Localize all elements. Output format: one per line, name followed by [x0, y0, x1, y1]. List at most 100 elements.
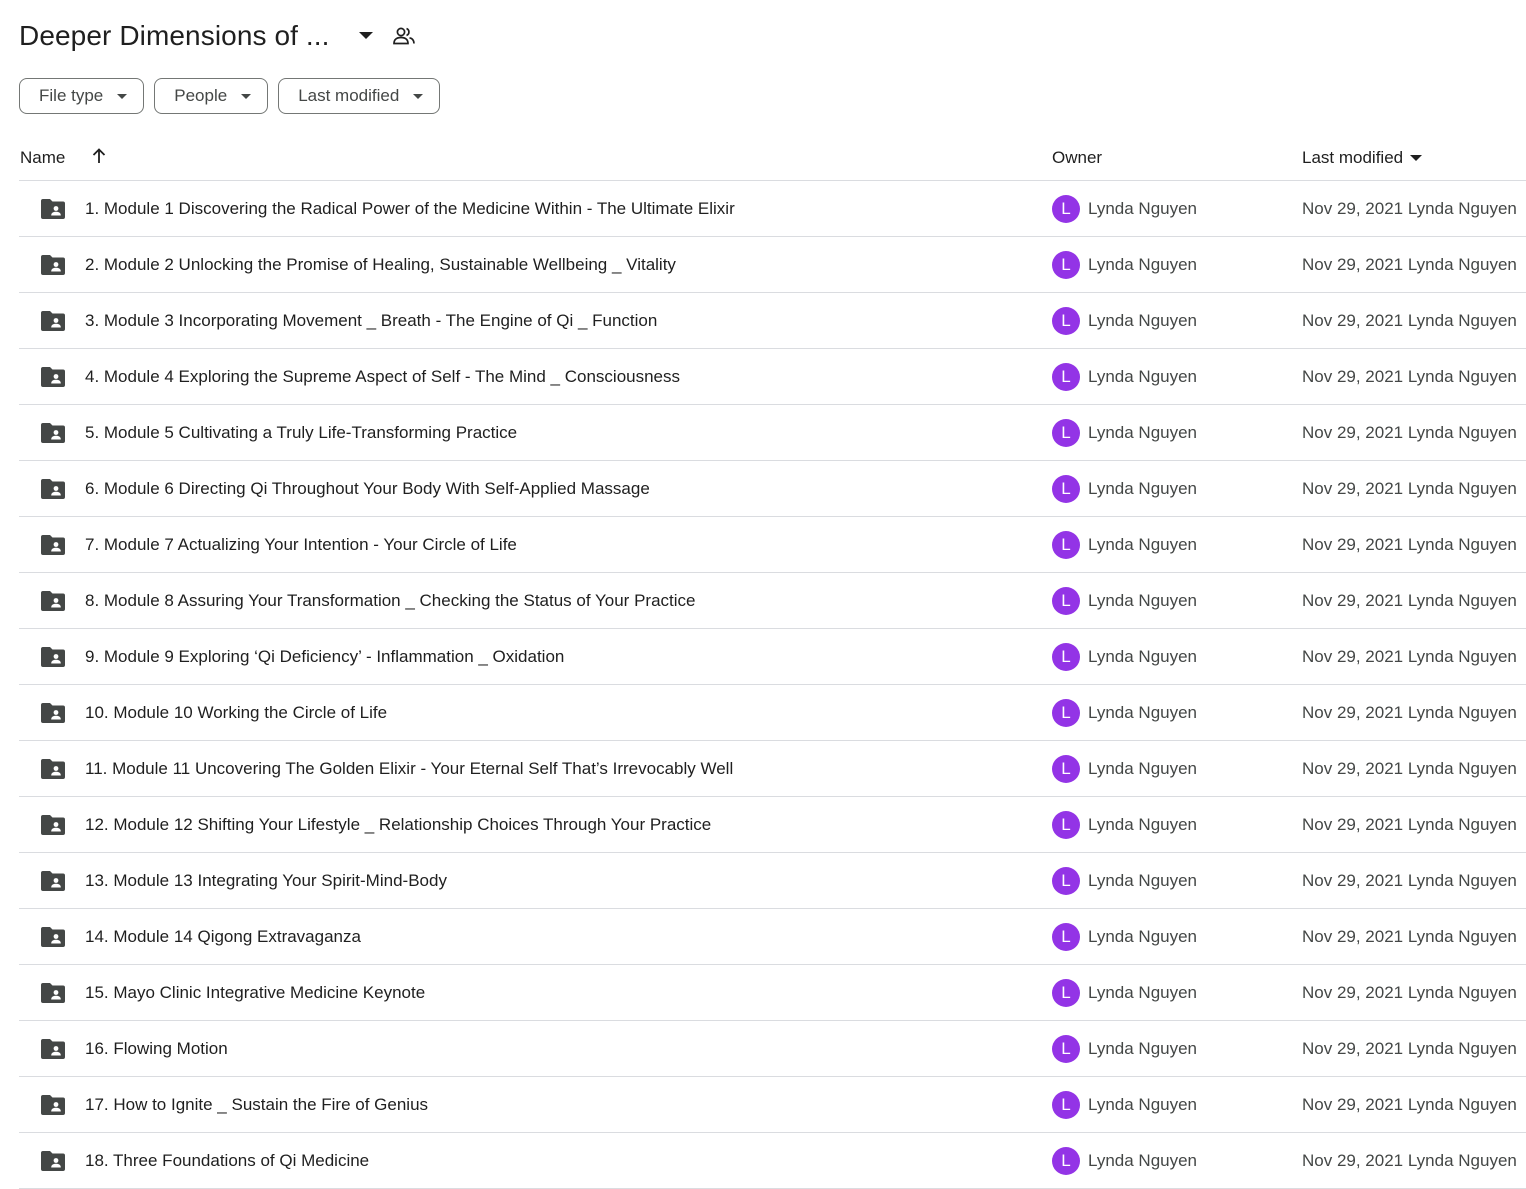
folder-name: 13. Module 13 Integrating Your Spirit-Mi… — [85, 871, 447, 890]
shared-folder-icon — [40, 702, 66, 724]
owner-avatar: L — [1052, 195, 1080, 223]
shared-folder-icon — [40, 646, 66, 668]
file-list-header: Name Owner Last modified — [19, 134, 1526, 181]
folder-name: 12. Module 12 Shifting Your Lifestyle _ … — [85, 815, 712, 834]
folder-name: 11. Module 11 Uncovering The Golden Elix… — [85, 759, 734, 778]
shared-folder-icon — [40, 366, 66, 388]
owner-avatar: L — [1052, 363, 1080, 391]
owner-avatar: L — [1052, 979, 1080, 1007]
file-row[interactable]: 6. Module 6 Directing Qi Throughout Your… — [19, 461, 1526, 517]
last-modified-value: Nov 29, 2021 Lynda Nguyen — [1302, 1151, 1517, 1170]
shared-folder-icon — [40, 982, 66, 1004]
sort-descending-caret-icon — [1410, 155, 1423, 161]
file-row[interactable]: 4. Module 4 Exploring the Supreme Aspect… — [19, 349, 1526, 405]
file-type-filter[interactable]: File type — [19, 78, 145, 114]
owner-name: Lynda Nguyen — [1088, 479, 1198, 498]
last-modified-column-header[interactable]: Last modified — [1302, 148, 1423, 168]
shared-folder-icon — [40, 198, 66, 220]
folder-name: 2. Module 2 Unlocking the Promise of Hea… — [85, 255, 676, 274]
file-row[interactable]: 8. Module 8 Assuring Your Transformation… — [19, 573, 1526, 629]
folder-name: 15. Mayo Clinic Integrative Medicine Key… — [85, 983, 426, 1002]
owner-avatar: L — [1052, 923, 1080, 951]
file-row[interactable]: 16. Flowing Motion L Lynda Nguyen Nov 29, 2… — [19, 1021, 1526, 1077]
last-modified-dropdown-icon — [413, 93, 424, 99]
folder-name: 4. Module 4 Exploring the Supreme Aspect… — [85, 367, 681, 386]
last-modified-value: Nov 29, 2021 Lynda Nguyen — [1302, 591, 1517, 610]
filter-chips: File type People Last modified — [19, 78, 441, 114]
owner-name: Lynda Nguyen — [1088, 647, 1198, 666]
file-row[interactable]: 7. Module 7 Actualizing Your Intention -… — [19, 517, 1526, 573]
last-modified-filter[interactable]: Last modified — [278, 78, 441, 114]
last-modified-value: Nov 29, 2021 Lynda Nguyen — [1302, 479, 1517, 498]
owner-avatar: L — [1052, 307, 1080, 335]
shared-folder-icon — [40, 534, 66, 556]
owner-name: Lynda Nguyen — [1088, 815, 1198, 834]
last-modified-value: Nov 29, 2021 Lynda Nguyen — [1302, 423, 1517, 442]
folder-menu-dropdown-icon[interactable] — [352, 22, 380, 50]
shared-people-icon — [390, 22, 418, 50]
shared-folder-icon — [40, 1150, 66, 1172]
shared-folder-icon — [40, 1038, 66, 1060]
file-row[interactable]: 13. Module 13 Integrating Your Spirit-Mi… — [19, 853, 1526, 909]
shared-folder-icon — [40, 758, 66, 780]
owner-avatar: L — [1052, 531, 1080, 559]
owner-avatar: L — [1052, 755, 1080, 783]
owner-avatar: L — [1052, 867, 1080, 895]
file-type-dropdown-icon — [117, 93, 128, 99]
name-column-header[interactable]: Name — [20, 148, 65, 168]
folder-title[interactable]: Deeper Dimensions of ... — [19, 20, 330, 52]
shared-folder-icon — [40, 478, 66, 500]
file-row[interactable]: 14. Module 14 Qigong Extravaganza L Lynda … — [19, 909, 1526, 965]
last-modified-value: Nov 29, 2021 Lynda Nguyen — [1302, 535, 1517, 554]
folder-name: 8. Module 8 Assuring Your Transformation… — [85, 591, 696, 610]
file-row[interactable]: 18. Three Foundations of Qi Medicine L Lyn… — [19, 1133, 1526, 1189]
file-row[interactable]: 12. Module 12 Shifting Your Lifestyle _ … — [19, 797, 1526, 853]
last-modified-value: Nov 29, 2021 Lynda Nguyen — [1302, 199, 1517, 218]
owner-name: Lynda Nguyen — [1088, 1039, 1198, 1058]
file-row[interactable]: 15. Mayo Clinic Integrative Medicine Key… — [19, 965, 1526, 1021]
last-modified-value: Nov 29, 2021 Lynda Nguyen — [1302, 815, 1517, 834]
file-row[interactable]: 17. How to Ignite _ Sustain the Fire of … — [19, 1077, 1526, 1133]
shared-folder-icon — [40, 590, 66, 612]
file-row[interactable]: 2. Module 2 Unlocking the Promise of Hea… — [19, 237, 1526, 293]
folder-name: 5. Module 5 Cultivating a Truly Life-Tra… — [85, 423, 518, 442]
folder-name: 14. Module 14 Qigong Extravaganza — [85, 927, 361, 946]
file-rows: 1. Module 1 Discovering the Radical Powe… — [19, 181, 1526, 1189]
file-row[interactable]: 9. Module 9 Exploring ‘Qi Deficiency’ - … — [19, 629, 1526, 685]
owner-avatar: L — [1052, 251, 1080, 279]
owner-name: Lynda Nguyen — [1088, 1151, 1198, 1170]
owner-name: Lynda Nguyen — [1088, 199, 1198, 218]
file-row[interactable]: 10. Module 10 Working the Circle of Life… — [19, 685, 1526, 741]
sort-ascending-arrow-icon[interactable] — [89, 146, 109, 166]
last-modified-value: Nov 29, 2021 Lynda Nguyen — [1302, 311, 1517, 330]
last-modified-value: Nov 29, 2021 Lynda Nguyen — [1302, 1039, 1517, 1058]
shared-folder-icon — [40, 870, 66, 892]
owner-name: Lynda Nguyen — [1088, 535, 1198, 554]
last-modified-value: Nov 29, 2021 Lynda Nguyen — [1302, 367, 1517, 386]
last-modified-filter-label: Last modified — [298, 86, 400, 105]
owner-name: Lynda Nguyen — [1088, 703, 1198, 722]
last-modified-value: Nov 29, 2021 Lynda Nguyen — [1302, 927, 1517, 946]
folder-name: 18. Three Foundations of Qi Medicine — [85, 1151, 370, 1170]
owner-column-header: Owner — [1052, 148, 1103, 167]
owner-avatar: L — [1052, 1147, 1080, 1175]
file-row[interactable]: 5. Module 5 Cultivating a Truly Life-Tra… — [19, 405, 1526, 461]
shared-folder-icon — [40, 814, 66, 836]
owner-avatar: L — [1052, 811, 1080, 839]
owner-name: Lynda Nguyen — [1088, 1095, 1198, 1114]
owner-name: Lynda Nguyen — [1088, 423, 1198, 442]
owner-name: Lynda Nguyen — [1088, 255, 1198, 274]
people-filter[interactable]: People — [154, 78, 269, 114]
file-row[interactable]: 3. Module 3 Incorporating Movement _ Bre… — [19, 293, 1526, 349]
people-filter-label: People — [174, 86, 228, 105]
owner-name: Lynda Nguyen — [1088, 927, 1198, 946]
folder-name: 16. Flowing Motion — [85, 1039, 228, 1058]
owner-name: Lynda Nguyen — [1088, 871, 1198, 890]
folder-name: 3. Module 3 Incorporating Movement _ Bre… — [85, 311, 658, 330]
folder-name: 9. Module 9 Exploring ‘Qi Deficiency’ - … — [85, 647, 565, 666]
file-row[interactable]: 1. Module 1 Discovering the Radical Powe… — [19, 181, 1526, 237]
file-row[interactable]: 11. Module 11 Uncovering The Golden Elix… — [19, 741, 1526, 797]
owner-avatar: L — [1052, 475, 1080, 503]
folder-name: 17. How to Ignite _ Sustain the Fire of … — [85, 1095, 429, 1114]
owner-name: Lynda Nguyen — [1088, 311, 1198, 330]
